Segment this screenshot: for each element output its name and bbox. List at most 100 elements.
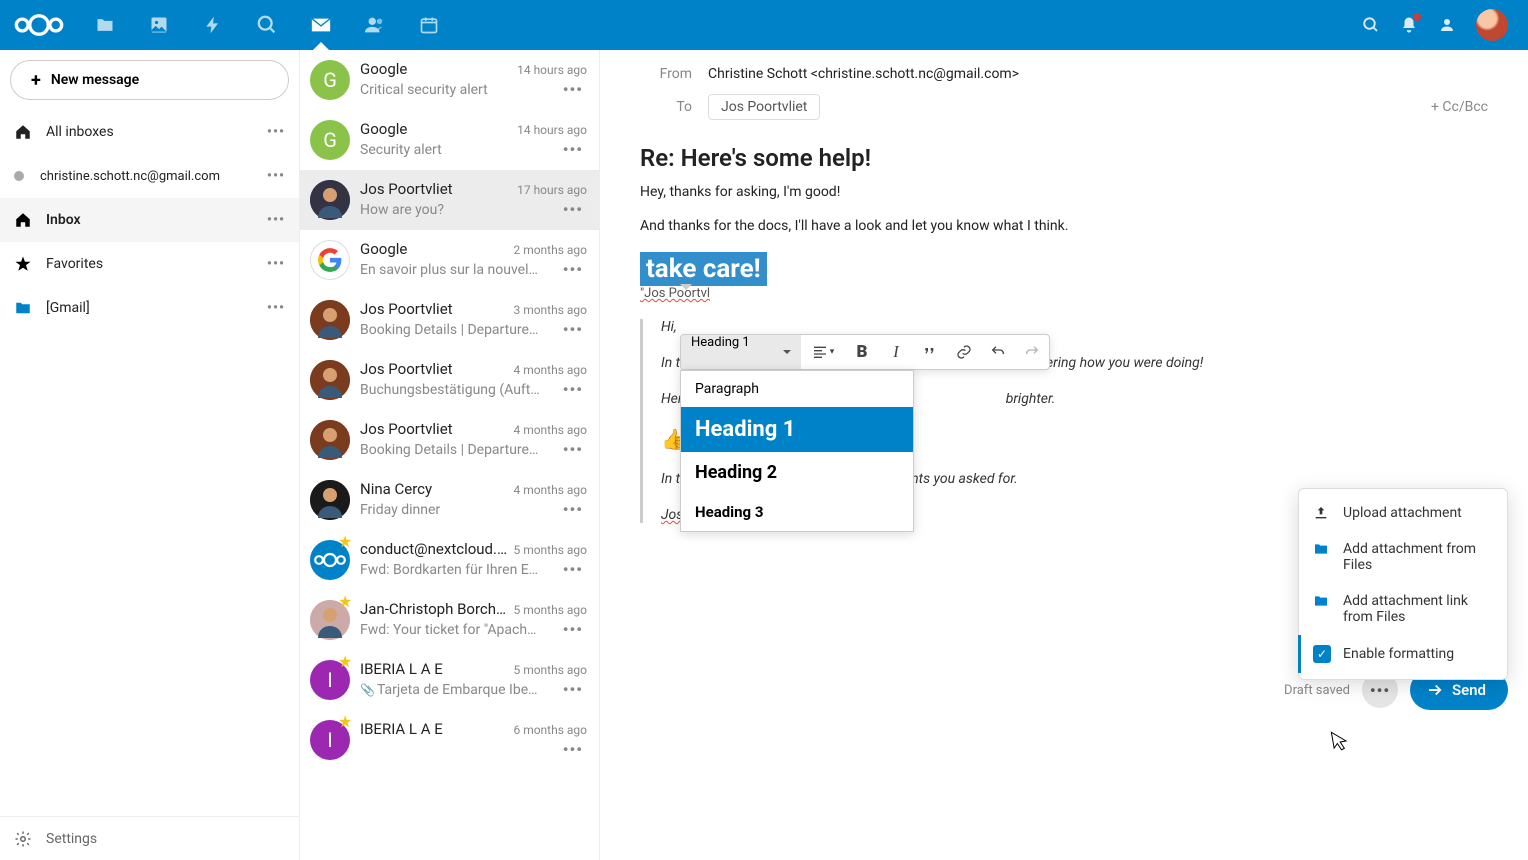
more-icon[interactable]: ••• [559,620,587,639]
more-icon[interactable]: ••• [267,124,285,140]
message-list[interactable]: GGoogle14 hours agoCritical security ale… [300,50,600,860]
settings-button[interactable]: Settings [0,816,299,860]
avatar: G [310,60,350,100]
add-link-from-files[interactable]: Add attachment link from Files [1299,583,1507,635]
more-icon[interactable]: ••• [559,140,587,159]
undo-button[interactable] [981,335,1015,369]
from-value[interactable]: Christine Schott <christine.schott.nc@gm… [708,66,1019,82]
avatar: I [310,720,350,760]
message-time: 14 hours ago [517,123,587,137]
message-item[interactable]: Jos Poortvliet3 months agoBooking Detail… [300,290,599,350]
link-button[interactable] [947,335,981,369]
contacts-app-icon[interactable] [348,0,402,50]
redo-button[interactable] [1015,335,1049,369]
calendar-app-icon[interactable] [402,0,456,50]
recipient-chip[interactable]: Jos Poortvliet [708,94,820,120]
gallery-app-icon[interactable] [132,0,186,50]
message-subject: Booking Details | Departure: … [360,322,540,338]
message-item[interactable]: Jos Poortvliet 17 hours ago How are you? ••… [300,170,599,230]
avatar [310,600,350,640]
user-avatar[interactable] [1476,9,1508,41]
activity-app-icon[interactable] [186,0,240,50]
arrow-right-icon [1426,681,1444,699]
message-item[interactable]: IIBERIA L A E5 months ago📎Tarjeta de Emb… [300,650,599,710]
message-item[interactable]: Jos Poortvliet4 months agoBooking Detail… [300,410,599,470]
sender-name: Jos Poortvliet [360,180,453,198]
more-icon[interactable]: ••• [267,256,285,272]
message-item[interactable]: GGoogle14 hours agoCritical security ale… [300,50,599,110]
sidebar-item-label: [Gmail] [46,300,90,316]
avatar [310,180,350,220]
bold-button[interactable]: B [845,335,879,369]
more-icon[interactable]: ••• [559,380,587,399]
message-subject: Buchungsbestätigung (Auftra… [360,382,540,398]
sidebar-item-label: Favorites [46,256,103,272]
more-icon[interactable]: ••• [559,200,587,219]
more-icon[interactable]: ••• [559,260,587,279]
message-subject: Security alert [360,142,442,158]
sidebar-gmail-folder[interactable]: [Gmail] ••• [0,286,299,330]
message-item[interactable]: Nina Cercy4 months agoFriday dinner••• [300,470,599,530]
upload-attachment[interactable]: Upload attachment [1299,495,1507,531]
attachment-popover: Upload attachment Add attachment from Fi… [1298,488,1508,680]
new-message-label: New message [51,72,139,88]
sidebar-all-inboxes[interactable]: All inboxes ••• [0,110,299,154]
message-item[interactable]: conduct@nextcloud.c…5 months ago Fwd: Bor… [300,530,599,590]
more-icon[interactable]: ••• [267,212,285,228]
nextcloud-logo[interactable] [10,8,68,42]
new-message-button[interactable]: + New message [10,60,289,100]
quote-button[interactable] [913,335,947,369]
italic-button[interactable]: I [879,335,913,369]
heading-dropdown: Paragraph Heading 1 Heading 2 Heading 3 [680,370,914,532]
message-time: 17 hours ago [517,183,587,197]
message-subject: How are you? [360,202,444,218]
message-item[interactable]: GGoogle14 hours agoSecurity alert••• [300,110,599,170]
enable-formatting-toggle[interactable]: ✓ Enable formatting [1298,635,1507,673]
sidebar-favorites[interactable]: Favorites ••• [0,242,299,286]
message-time: 5 months ago [513,543,587,557]
message-subject: Fwd: Bordkarten für Ihren Eur… [360,562,540,578]
sidebar-item-label: Inbox [46,212,81,228]
body-line: And thanks for the docs, I'll have a loo… [640,218,1488,234]
sender-name: Google [360,240,407,258]
message-item[interactable]: Jos Poortvliet4 months agoBuchungsbestät… [300,350,599,410]
option-paragraph[interactable]: Paragraph [681,371,913,407]
cc-bcc-toggle[interactable]: + Cc/Bcc [1431,99,1488,115]
more-icon[interactable]: ••• [267,300,285,316]
message-item[interactable]: IIBERIA L A E6 months ago••• [300,710,599,770]
sender-name: IBERIA L A E [360,720,443,738]
search-app-icon[interactable] [240,0,294,50]
checkbox-checked-icon: ✓ [1313,645,1331,663]
more-icon[interactable]: ••• [559,320,587,339]
search-icon[interactable] [1362,16,1380,34]
align-button[interactable]: ▾ [801,335,845,369]
message-item[interactable]: Google2 months agoEn savoir plus sur la … [300,230,599,290]
sidebar-inbox[interactable]: Inbox ••• [0,198,299,242]
option-heading-1[interactable]: Heading 1 [681,407,913,452]
message-item[interactable]: Jan-Christoph Borchardt5 months agoFwd: … [300,590,599,650]
more-icon[interactable]: ••• [559,740,587,759]
mail-app-icon[interactable] [294,0,348,50]
avatar [310,300,350,340]
more-icon[interactable]: ••• [559,680,587,699]
option-heading-2[interactable]: Heading 2 [681,452,913,493]
message-time: 2 months ago [513,243,587,257]
add-from-files[interactable]: Add attachment from Files [1299,531,1507,583]
more-icon[interactable]: ••• [559,500,587,519]
more-icon[interactable]: ••• [559,560,587,579]
sender-name: Google [360,60,407,78]
notifications-icon[interactable] [1400,16,1418,34]
message-time: 5 months ago [513,663,587,677]
sidebar-account[interactable]: christine.schott.nc@gmail.com ••• [0,154,299,198]
sender-name: conduct@nextcloud.c… [360,540,510,558]
message-time: 14 hours ago [517,63,587,77]
contacts-icon[interactable] [1438,16,1456,34]
subject-input[interactable]: Re: Here's some help! [600,136,1528,184]
more-icon[interactable]: ••• [559,80,587,99]
more-icon[interactable]: ••• [559,440,587,459]
files-app-icon[interactable] [78,0,132,50]
heading-select[interactable]: Heading 1 [681,335,801,369]
more-icon[interactable]: ••• [267,168,285,184]
option-heading-3[interactable]: Heading 3 [681,493,913,531]
avatar [310,480,350,520]
